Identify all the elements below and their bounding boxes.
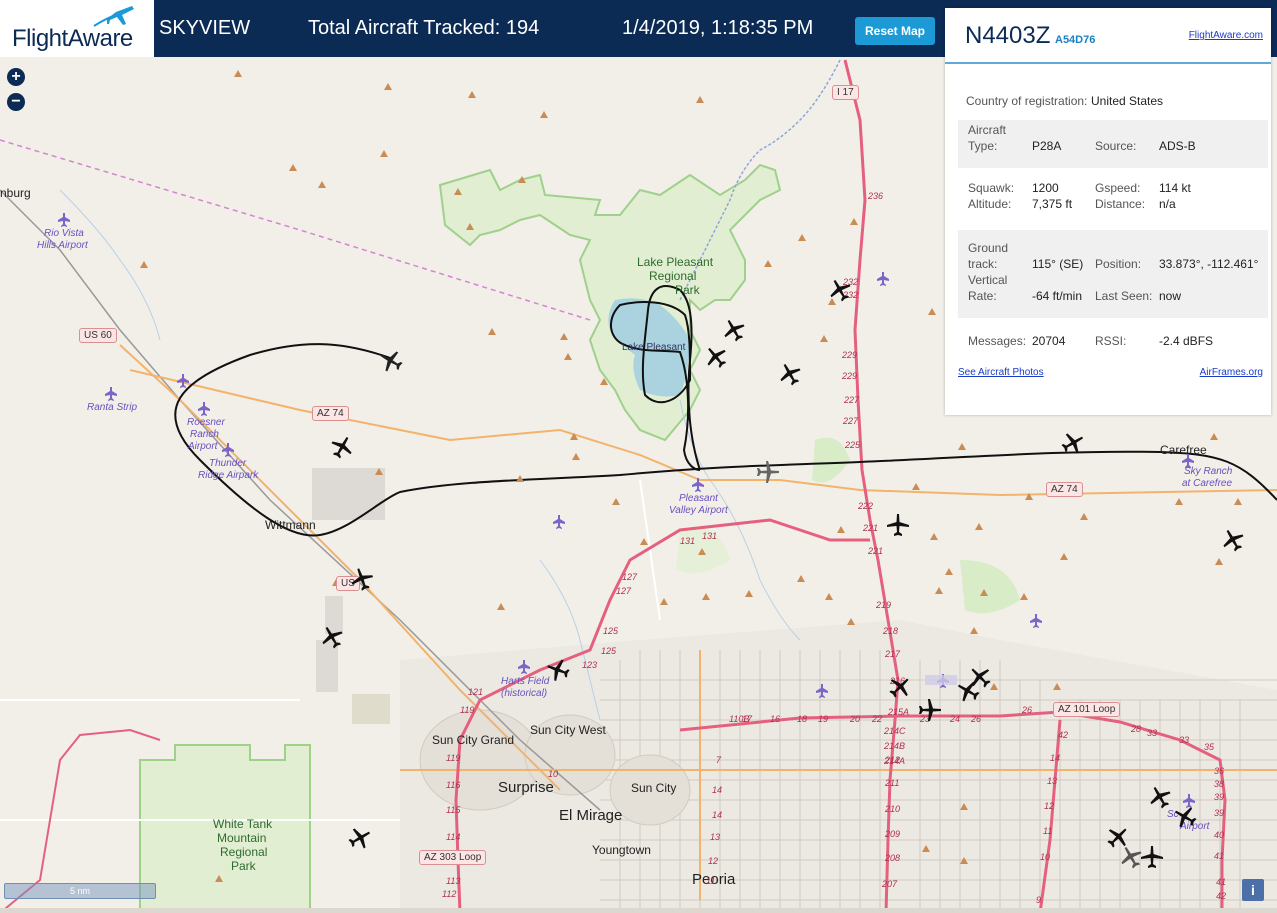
reset-map-button[interactable]: Reset Map — [855, 17, 935, 45]
source-label: Source: — [1095, 139, 1137, 153]
gspeed-label: Gspeed: — [1095, 181, 1141, 195]
vrate-label: Rate: — [968, 289, 997, 303]
track-label: track: — [968, 257, 998, 271]
distance-label: Distance: — [1095, 197, 1146, 211]
rssi-value: -2.4 dBFS — [1159, 334, 1214, 348]
aircraft-tracked-count: Total Aircraft Tracked: 194 — [308, 17, 540, 39]
country-value: United States — [1091, 94, 1164, 108]
source-value: ADS-B — [1159, 139, 1196, 153]
info-button[interactable]: i — [1242, 879, 1264, 901]
track-label: Ground — [968, 241, 1009, 255]
bottom-strip — [0, 908, 1277, 913]
aircraft-icon[interactable] — [1139, 844, 1165, 870]
squawk-value: 1200 — [1032, 181, 1059, 195]
messages-value: 20704 — [1032, 334, 1066, 348]
white-tank-park-boundary — [139, 744, 311, 913]
vrate-label: Vertical — [968, 273, 1008, 287]
aircraft-icon[interactable] — [917, 697, 943, 723]
type-source-row: Aircraft Type: P28A Source: ADS-B — [958, 120, 1268, 168]
aircraft-info-panel: N4403Z A54D76 FlightAware.com Country of… — [945, 8, 1271, 415]
messages-label: Messages: — [968, 334, 1027, 348]
aircraft-icon[interactable] — [755, 459, 781, 485]
gspeed-value: 114 kt — [1159, 181, 1191, 195]
lastseen-label: Last Seen: — [1095, 289, 1153, 303]
altitude-value: 7,375 ft — [1032, 197, 1073, 211]
rssi-label: RSSI: — [1095, 334, 1127, 348]
aircraft-photos-link[interactable]: See Aircraft Photos — [958, 367, 1044, 378]
track-value: 115° (SE) — [1032, 257, 1084, 271]
airframes-link[interactable]: AirFrames.org — [1200, 367, 1263, 378]
app-title: SKYVIEW — [159, 17, 251, 39]
zoom-out-button[interactable]: − — [7, 93, 25, 111]
squawk-label: Squawk: — [968, 181, 1015, 195]
panel-divider — [945, 62, 1271, 64]
aircraft-icon[interactable] — [885, 512, 911, 538]
flightaware-link[interactable]: FlightAware.com — [1189, 30, 1263, 41]
type-label: Type: — [968, 139, 998, 153]
distance-value: n/a — [1159, 197, 1176, 211]
zoom-in-button[interactable]: + — [7, 68, 25, 86]
altitude-label: Altitude: — [968, 197, 1012, 211]
lastseen-value: now — [1159, 289, 1182, 303]
country-label: Country of registration: — [966, 94, 1088, 108]
flightaware-logo[interactable]: FlightAware — [0, 0, 154, 57]
position-value: 33.873°, -112.461° — [1159, 257, 1259, 271]
timestamp: 1/4/2019, 1:18:35 PM — [622, 17, 814, 39]
type-label: Aircraft — [968, 123, 1007, 137]
vrate-value: -64 ft/min — [1032, 289, 1083, 303]
scale-bar: 5 nm — [4, 883, 156, 899]
position-label: Position: — [1095, 257, 1142, 271]
type-value: P28A — [1032, 139, 1062, 153]
aircraft-registration: N4403Z — [965, 22, 1051, 49]
logo-text: FlightAware — [12, 25, 133, 52]
track-rate-row: Ground track: 115° (SE) Position: 33.873… — [958, 230, 1268, 318]
aircraft-hex-code: A54D76 — [1055, 34, 1096, 46]
lake-pleasant-park-boundary — [438, 163, 782, 442]
